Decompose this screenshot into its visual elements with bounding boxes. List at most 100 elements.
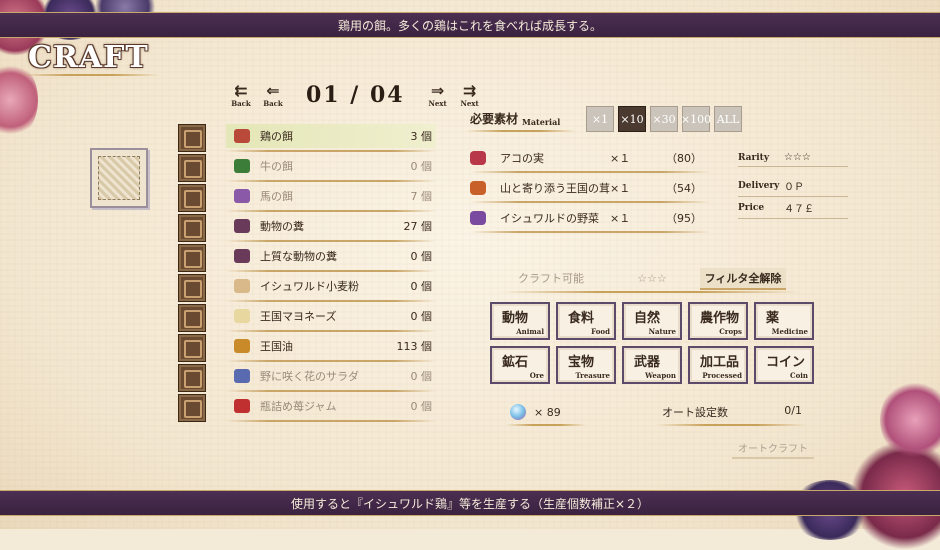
item-slot-icon	[178, 304, 206, 332]
auto-setting: オート設定数 0/1	[662, 404, 802, 419]
item-list: 鶏の餌 3 個牛の餌 0 個馬の餌 7 個動物の糞 27 個上質な動物の糞 0 個イシュワ…	[178, 122, 438, 422]
next-far-button[interactable]: ⇉ Next	[457, 81, 483, 109]
material-icon	[470, 211, 486, 225]
material-qty: ×１	[610, 152, 631, 165]
material-name: イシュワルドの野菜	[500, 212, 599, 225]
item-slot-icon	[178, 274, 206, 302]
item-count: 113 個	[396, 340, 433, 353]
item-row[interactable]: イシュワルド小麦粉 0 個	[178, 272, 438, 302]
multiplier-button[interactable]: ×100	[681, 106, 711, 132]
item-slot-icon	[178, 184, 206, 212]
item-icon	[234, 369, 250, 383]
item-entry[interactable]: 王国油 113 個	[226, 334, 436, 362]
item-row[interactable]: 野に咲く花のサラダ 0 個	[178, 362, 438, 392]
item-row[interactable]: 動物の糞 27 個	[178, 212, 438, 242]
item-entry[interactable]: 瓶詰め苺ジャム 0 個	[226, 394, 436, 422]
filter-rarity[interactable]: ☆☆☆	[612, 268, 692, 288]
effect-bar: 使用すると『イシュワルド鶏』等を生産する（生産個数補正×２）	[0, 490, 940, 516]
material-icon	[470, 151, 486, 165]
item-slot-icon	[178, 244, 206, 272]
item-row[interactable]: 瓶詰め苺ジャム 0 個	[178, 392, 438, 422]
category-button-weapon[interactable]: 武器 Weapon	[622, 346, 682, 384]
item-icon	[234, 339, 250, 353]
item-entry[interactable]: イシュワルド小麦粉 0 個	[226, 274, 436, 302]
item-row[interactable]: 上質な動物の糞 0 個	[178, 242, 438, 272]
material-name: 山と寄り添う王国の茸	[500, 182, 610, 195]
category-button-ore[interactable]: 鉱石 Ore	[490, 346, 550, 384]
filter-underline	[500, 291, 800, 293]
pager: ⇇ Back ⇐ Back 01 / 04 ⇒ Next ⇉ Next	[228, 82, 483, 108]
material-owned: （95）	[666, 212, 702, 225]
item-count: 27 個	[403, 220, 433, 233]
category-button-crops[interactable]: 農作物 Crops	[688, 302, 748, 340]
screen-title: CRAFT	[28, 40, 149, 75]
filter-clear-button[interactable]: フィルタ全解除	[700, 268, 786, 290]
item-entry[interactable]: 上質な動物の糞 0 個	[226, 244, 436, 272]
item-icon	[234, 279, 250, 293]
item-row[interactable]: 王国マヨネーズ 0 個	[178, 302, 438, 332]
item-entry[interactable]: 馬の餌 7 個	[226, 184, 436, 212]
material-row: 山と寄り添う王国の茸 ×１ （54）	[470, 176, 710, 203]
right-arrow-icon: ⇒	[430, 81, 445, 100]
back-far-button[interactable]: ⇇ Back	[228, 83, 254, 109]
item-entry[interactable]: 野に咲く花のサラダ 0 個	[226, 364, 436, 392]
multiplier-button[interactable]: ALL	[714, 106, 742, 132]
double-right-arrow-icon: ⇉	[462, 81, 477, 100]
category-button-medicine[interactable]: 薬 Medicine	[754, 302, 814, 340]
category-button-treasure[interactable]: 宝物 Treasure	[556, 346, 616, 384]
item-effect: 使用すると『イシュワルド鶏』等を生産する（生産個数補正×２）	[290, 496, 650, 511]
page-indicator: 01 / 04	[306, 82, 405, 108]
filter-craftable[interactable]: クラフト可能	[506, 268, 596, 288]
materials-header-underline	[466, 130, 576, 132]
item-count: 0 個	[410, 370, 433, 383]
item-name: 王国油	[260, 340, 293, 353]
multiplier-group: ×1 ×10 ×30 ×100 ALL	[586, 106, 742, 132]
item-name: 上質な動物の糞	[260, 250, 337, 263]
material-row: アコの実 ×１ （80）	[470, 146, 710, 173]
item-name: 王国マヨネーズ	[260, 310, 337, 323]
item-count: 0 個	[410, 310, 433, 323]
multiplier-button[interactable]: ×1	[586, 106, 614, 132]
item-name: 野に咲く花のサラダ	[260, 370, 359, 383]
item-icon	[234, 129, 250, 143]
item-name: 動物の糞	[260, 220, 304, 233]
item-slot-icon	[178, 214, 206, 242]
item-count: 0 個	[410, 160, 433, 173]
category-button-processed[interactable]: 加工品 Processed	[688, 346, 748, 384]
stat-row: Delivery ０Ｐ	[738, 178, 848, 197]
item-icon	[234, 249, 250, 263]
item-row[interactable]: 馬の餌 7 個	[178, 182, 438, 212]
next-button[interactable]: ⇒ Next	[425, 81, 451, 109]
back-button[interactable]: ⇐ Back	[260, 83, 286, 109]
material-owned: （80）	[666, 152, 702, 165]
item-name: 馬の餌	[260, 190, 293, 203]
multiplier-button[interactable]: ×10	[618, 106, 646, 132]
category-button-food[interactable]: 食料 Food	[556, 302, 616, 340]
item-entry[interactable]: 鶏の餌 3 個	[226, 124, 436, 152]
item-count: 7 個	[410, 190, 433, 203]
material-name: アコの実	[500, 152, 544, 165]
description-bar: 鶏用の餌。多くの鶏はこれを食べれば成長する。	[0, 12, 940, 38]
item-count: 0 個	[410, 400, 433, 413]
item-slot-icon	[178, 124, 206, 152]
item-icon	[234, 219, 250, 233]
item-entry[interactable]: 動物の糞 27 個	[226, 214, 436, 242]
item-slot-icon	[178, 394, 206, 422]
stat-value: ４７￡	[784, 204, 814, 215]
stat-value: ☆☆☆	[784, 152, 811, 163]
currency-underline	[506, 424, 586, 426]
item-icon	[234, 309, 250, 323]
currency-display: × 89	[510, 404, 561, 420]
item-row[interactable]: 鶏の餌 3 個	[178, 122, 438, 152]
stat-key: Price	[738, 202, 765, 213]
item-entry[interactable]: 牛の餌 0 個	[226, 154, 436, 182]
category-button-animal[interactable]: 動物 Animal	[490, 302, 550, 340]
item-row[interactable]: 王国油 113 個	[178, 332, 438, 362]
category-button-nature[interactable]: 自然 Nature	[622, 302, 682, 340]
material-qty: ×１	[610, 212, 631, 225]
item-row[interactable]: 牛の餌 0 個	[178, 152, 438, 182]
item-entry[interactable]: 王国マヨネーズ 0 個	[226, 304, 436, 332]
category-button-coin[interactable]: コイン Coin	[754, 346, 814, 384]
auto-craft-button[interactable]: オートクラフト	[732, 440, 814, 459]
multiplier-button[interactable]: ×30	[650, 106, 678, 132]
